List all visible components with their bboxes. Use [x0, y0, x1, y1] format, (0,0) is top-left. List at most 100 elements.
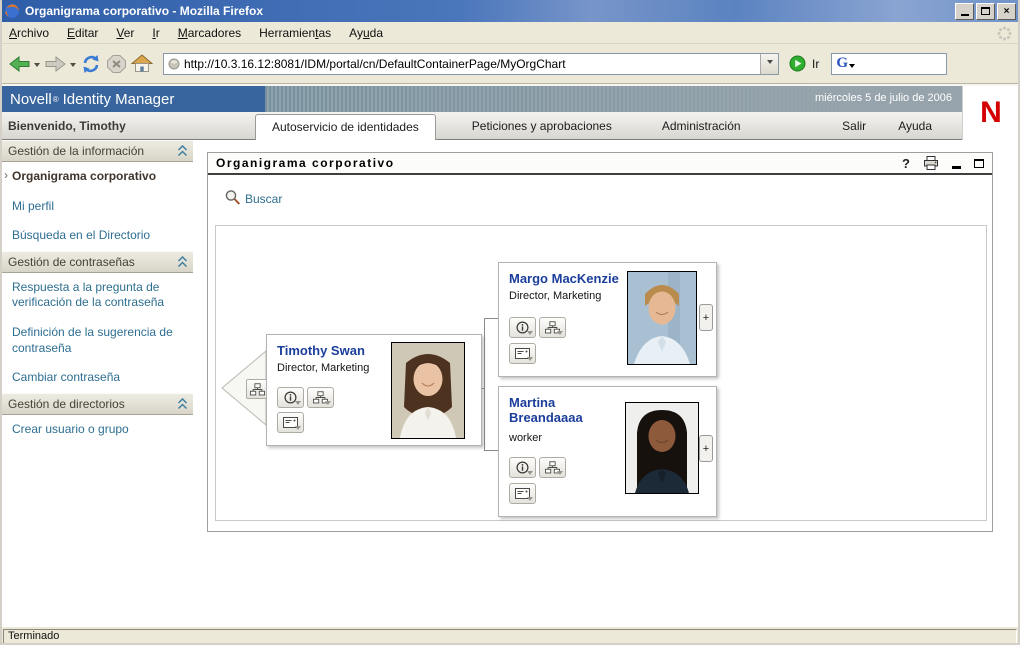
orgchart-icon [545, 461, 560, 474]
sidebar-item-mi-perfil[interactable]: Mi perfil [0, 192, 193, 222]
email-menu-button[interactable] [509, 483, 536, 504]
sidebar-item-organigrama[interactable]: › Organigrama corporativo [0, 162, 193, 192]
go-group: Ir [789, 55, 819, 72]
minimize-button[interactable] [955, 2, 974, 20]
martina-photo [626, 403, 698, 493]
menu-ayuda[interactable]: Ayuda [340, 23, 392, 43]
employee-title: Director, Marketing [277, 362, 370, 374]
home-button[interactable] [131, 54, 153, 73]
info-menu-button[interactable] [509, 317, 536, 338]
maximize-button[interactable] [976, 2, 995, 20]
orgchart-menu-button[interactable] [307, 387, 334, 408]
url-dropdown-caret [766, 60, 773, 67]
menu-ir[interactable]: Ir [143, 23, 168, 43]
maximize-icon [981, 7, 990, 15]
back-button[interactable] [8, 54, 31, 74]
search-box[interactable]: G [831, 52, 1014, 75]
stop-button[interactable] [106, 54, 127, 74]
sidebar-section-informacion[interactable]: Gestión de la información [0, 140, 193, 162]
reload-button[interactable] [80, 54, 102, 74]
expand-subordinates-button[interactable]: + [699, 304, 713, 331]
window-titlebar: Organigrama corporativo - Mozilla Firefo… [0, 0, 1020, 22]
product-banner: Novell ® Identity Manager miércoles 5 de j… [0, 86, 1020, 112]
reload-icon [83, 54, 99, 73]
orgchart-icon [313, 391, 328, 404]
sidebar-item-definicion-sugerencia[interactable]: Definición de la sugerencia de contraseñ… [0, 318, 193, 363]
search-icon [225, 190, 241, 205]
url-dropdown-button[interactable] [760, 53, 778, 74]
navigation-toolbar: Ir G [0, 44, 1020, 84]
home-icon [131, 54, 153, 72]
minimize-icon [960, 14, 969, 16]
connector-line [484, 450, 499, 451]
url-input[interactable] [184, 55, 760, 72]
close-button[interactable]: × [997, 2, 1016, 20]
menu-herramientas[interactable]: Herramientas [250, 23, 340, 43]
expand-subordinates-button[interactable]: + [699, 435, 713, 462]
info-menu-button[interactable] [509, 457, 536, 478]
sidebar-section-contrasenas[interactable]: Gestión de contraseñas [0, 250, 193, 273]
search-input[interactable] [858, 55, 1014, 72]
collapse-chevrons-icon[interactable] [177, 145, 188, 157]
email-menu-button[interactable] [277, 412, 304, 433]
menu-archivo[interactable]: Archivo [0, 23, 58, 43]
tab-administracion[interactable]: Administración [652, 119, 751, 133]
menu-marcadores[interactable]: Marcadores [169, 23, 250, 43]
banner-texture: miércoles 5 de julio de 2006 [265, 86, 1020, 112]
collapse-chevrons-icon[interactable] [177, 255, 188, 268]
back-dropdown-caret[interactable] [34, 62, 40, 70]
portlet-minimize-icon[interactable] [952, 166, 961, 169]
firefox-icon [5, 4, 19, 18]
stop-icon [107, 54, 126, 73]
orgchart-menu-button[interactable] [539, 457, 566, 478]
novell-n-icon: N [980, 96, 1002, 129]
forward-button[interactable] [44, 54, 67, 74]
info-icon [516, 321, 529, 334]
email-icon [515, 488, 530, 499]
product-name: Novell ® Identity Manager [0, 86, 265, 112]
print-icon[interactable] [923, 156, 939, 170]
employee-name-link[interactable]: Martina Breandaaaa [509, 395, 625, 426]
go-button[interactable]: Ir [812, 57, 819, 71]
tab-salir[interactable]: Salir [832, 119, 876, 133]
sidebar-item-cambiar-contrasena[interactable]: Cambiar contraseña [0, 363, 193, 393]
window-title: Organigrama corporativo - Mozilla Firefo… [25, 4, 264, 18]
portlet-maximize-icon[interactable] [974, 158, 984, 168]
employee-name-link[interactable]: Margo MacKenzie [509, 271, 625, 286]
sidebar-section-directorios[interactable]: Gestión de directorios [0, 392, 193, 415]
org-card-timothy-swan: Timothy Swan Director, Marketing [266, 334, 482, 446]
menu-editar[interactable]: Editar [58, 23, 107, 43]
employee-title: worker [509, 432, 543, 444]
org-card-martina-breandaaaa: Martina Breandaaaa worker [498, 386, 717, 517]
forward-dropdown-caret[interactable] [70, 62, 76, 70]
connector-line [484, 318, 499, 319]
margo-photo [628, 272, 696, 364]
orgchart-icon [545, 321, 560, 334]
tab-ayuda[interactable]: Ayuda [888, 119, 942, 133]
info-icon [284, 391, 297, 404]
connector-line [484, 318, 485, 451]
employee-name-link[interactable]: Timothy Swan [277, 343, 393, 358]
back-icon [9, 55, 30, 72]
employee-photo [627, 271, 697, 365]
orgchart-menu-button[interactable] [539, 317, 566, 338]
info-menu-button[interactable] [277, 387, 304, 408]
novell-logo-box: N [962, 86, 1019, 140]
tab-autoservicio[interactable]: Autoservicio de identidades [255, 114, 436, 140]
collapse-chevrons-icon[interactable] [177, 397, 188, 410]
email-menu-button[interactable] [509, 343, 536, 364]
menu-ver[interactable]: Ver [107, 23, 143, 43]
help-icon[interactable]: ? [902, 156, 910, 171]
go-icon[interactable] [789, 55, 806, 72]
search-engine-caret[interactable] [849, 64, 856, 71]
buscar-link[interactable]: Buscar [224, 189, 282, 206]
orgchart-canvas: Timothy Swan Director, Marketing Margo M… [215, 225, 987, 521]
sidebar-item-respuesta-pregunta[interactable]: Respuesta a la pregunta de verificación … [0, 273, 193, 318]
orgchart-portlet: Organigrama corporativo ? Buscar Timothy… [207, 152, 993, 532]
sidebar-item-busqueda-directorio[interactable]: Búsqueda en el Directorio [0, 221, 193, 251]
active-item-arrow-icon: › [4, 168, 8, 182]
sidebar-item-crear-usuario[interactable]: Crear usuario o grupo [0, 415, 193, 445]
tab-peticiones[interactable]: Peticiones y aprobaciones [462, 119, 622, 133]
url-bar [163, 52, 779, 75]
current-date: miércoles 5 de julio de 2006 [815, 92, 952, 104]
